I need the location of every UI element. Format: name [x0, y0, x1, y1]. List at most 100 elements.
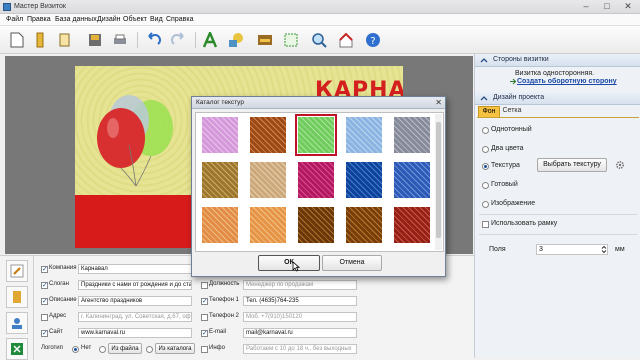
menu-object[interactable]: Объект — [123, 16, 147, 23]
texture-tile[interactable] — [298, 207, 334, 243]
arrow-icon — [510, 78, 516, 85]
texture-tile[interactable] — [394, 207, 430, 243]
help-icon[interactable]: ? — [364, 31, 382, 49]
menu-bar: Файл Правка База данных Дизайн Объект Ви… — [0, 14, 640, 26]
phone2-checkbox[interactable] — [201, 314, 208, 321]
text-icon[interactable] — [201, 31, 219, 49]
use-frame-checkbox[interactable] — [482, 221, 489, 228]
right-panel: Стороны визитки Визитка односторонняя. С… — [474, 54, 640, 358]
logo-catalog-radio[interactable] — [146, 346, 153, 353]
texture-tile[interactable] — [250, 162, 286, 198]
texture-tile[interactable] — [202, 207, 238, 243]
copy-icon[interactable] — [56, 31, 74, 49]
contact-person-icon[interactable] — [6, 312, 28, 334]
menu-view[interactable]: Вид — [150, 16, 163, 23]
texture-tile[interactable] — [250, 207, 286, 243]
fields-input[interactable]: 3 — [536, 244, 608, 255]
texture-tile[interactable] — [202, 162, 238, 198]
texture-scrollbar[interactable] — [435, 114, 442, 250]
home-icon[interactable] — [337, 31, 355, 49]
texture-tile[interactable] — [295, 114, 337, 156]
texture-tile[interactable] — [346, 117, 382, 153]
info-checkbox[interactable] — [201, 346, 208, 353]
texture-tile[interactable] — [394, 162, 430, 198]
texture-tile[interactable] — [298, 162, 334, 198]
create-back-side-link[interactable]: Создать оборотную сторону — [517, 78, 617, 85]
address-field[interactable]: г. Калининград, ул. Советская, д.67, оф.… — [78, 312, 192, 322]
info-field[interactable]: Работаем с 10 до 18 ч., без выходных — [243, 344, 357, 354]
new-file-icon[interactable] — [8, 31, 26, 49]
sides-section-header[interactable]: Стороны визитки — [475, 54, 640, 67]
menu-help[interactable]: Справка — [166, 16, 193, 23]
logo-from-file-button[interactable]: Из файла — [108, 343, 142, 354]
position-field[interactable]: Менеджер по продажам — [243, 280, 357, 290]
position-checkbox[interactable] — [201, 282, 208, 289]
undo-icon[interactable] — [144, 31, 162, 49]
radio-image[interactable] — [482, 201, 489, 208]
phone1-field[interactable]: Тел. (4635)764-235 — [243, 296, 357, 306]
dialog-title: Каталог текстур — [196, 99, 244, 106]
company-label: Компания — [49, 265, 77, 271]
address-checkbox[interactable] — [41, 314, 48, 321]
site-checkbox[interactable] — [41, 329, 48, 337]
slogan-checkbox[interactable] — [41, 281, 48, 289]
maximize-button[interactable]: □ — [597, 0, 617, 13]
ok-button[interactable]: ОК — [258, 255, 320, 271]
open-folder-icon[interactable] — [32, 31, 50, 49]
menu-file[interactable]: Файл — [6, 16, 23, 23]
texture-tile[interactable] — [202, 117, 238, 153]
description-field[interactable]: Агентство праздников — [78, 296, 192, 306]
radio-texture[interactable] — [482, 163, 489, 170]
phone2-field[interactable]: Моб. +7(910)150120 — [243, 312, 357, 322]
edit-text-icon[interactable] — [6, 260, 28, 282]
card-book-icon[interactable] — [6, 286, 28, 308]
excel-icon[interactable] — [6, 338, 28, 360]
app-icon — [3, 3, 11, 11]
texture-tile[interactable] — [346, 207, 382, 243]
design-section-header[interactable]: Дизайн проекта — [475, 92, 640, 105]
radio-two-colors[interactable] — [482, 146, 489, 153]
dialog-close-icon[interactable]: ✕ — [435, 98, 442, 107]
save-icon[interactable] — [86, 31, 104, 49]
image-icon[interactable] — [256, 31, 274, 49]
svg-text:?: ? — [370, 36, 375, 47]
logo-file-radio[interactable] — [99, 346, 106, 353]
design-title: Дизайн проекта — [493, 94, 545, 101]
shape-icon[interactable] — [227, 31, 245, 49]
choose-texture-button[interactable]: Выбрать текстуру — [537, 158, 607, 172]
menu-database[interactable]: База данных — [55, 16, 97, 23]
texture-tile[interactable] — [250, 117, 286, 153]
site-field[interactable]: www.karnaval.ru — [78, 328, 192, 338]
email-label: E-mail — [209, 329, 227, 335]
texture-grid — [195, 112, 444, 252]
email-field[interactable]: mail@karnaval.ru — [243, 328, 357, 338]
tab-background[interactable]: Фон — [478, 106, 500, 117]
toolbar: ? — [0, 26, 640, 54]
cancel-button[interactable]: Отмена — [322, 255, 382, 271]
texture-tile[interactable] — [394, 117, 430, 153]
radio-ready[interactable] — [482, 182, 489, 189]
logo-from-catalog-button[interactable]: Из каталога — [155, 343, 195, 354]
menu-design[interactable]: Дизайн — [97, 16, 121, 23]
fit-icon[interactable] — [282, 31, 300, 49]
redo-icon[interactable] — [170, 31, 188, 49]
logo-none-radio[interactable] — [72, 346, 79, 353]
radio-solid[interactable] — [482, 127, 489, 134]
tab-grid[interactable]: Сетка — [501, 106, 523, 117]
description-checkbox[interactable] — [41, 297, 48, 305]
gear-icon[interactable] — [615, 160, 625, 170]
company-field[interactable]: Карнавал — [78, 264, 192, 274]
phone2-label: Телефон 2 — [209, 313, 239, 319]
window-title: Мастер Визиток — [14, 3, 66, 10]
company-checkbox[interactable] — [41, 265, 48, 273]
spinner-icon[interactable] — [601, 245, 607, 254]
minimize-button[interactable]: – — [576, 0, 596, 13]
zoom-icon[interactable] — [310, 31, 328, 49]
phone1-checkbox[interactable] — [201, 297, 208, 305]
close-button[interactable]: ✕ — [618, 0, 638, 13]
slogan-field[interactable]: Праздники с нами от рождения и до ста ле… — [78, 280, 192, 290]
print-icon[interactable] — [111, 31, 129, 49]
texture-tile[interactable] — [346, 162, 382, 198]
menu-edit[interactable]: Правка — [27, 16, 51, 23]
email-checkbox[interactable] — [201, 329, 208, 337]
